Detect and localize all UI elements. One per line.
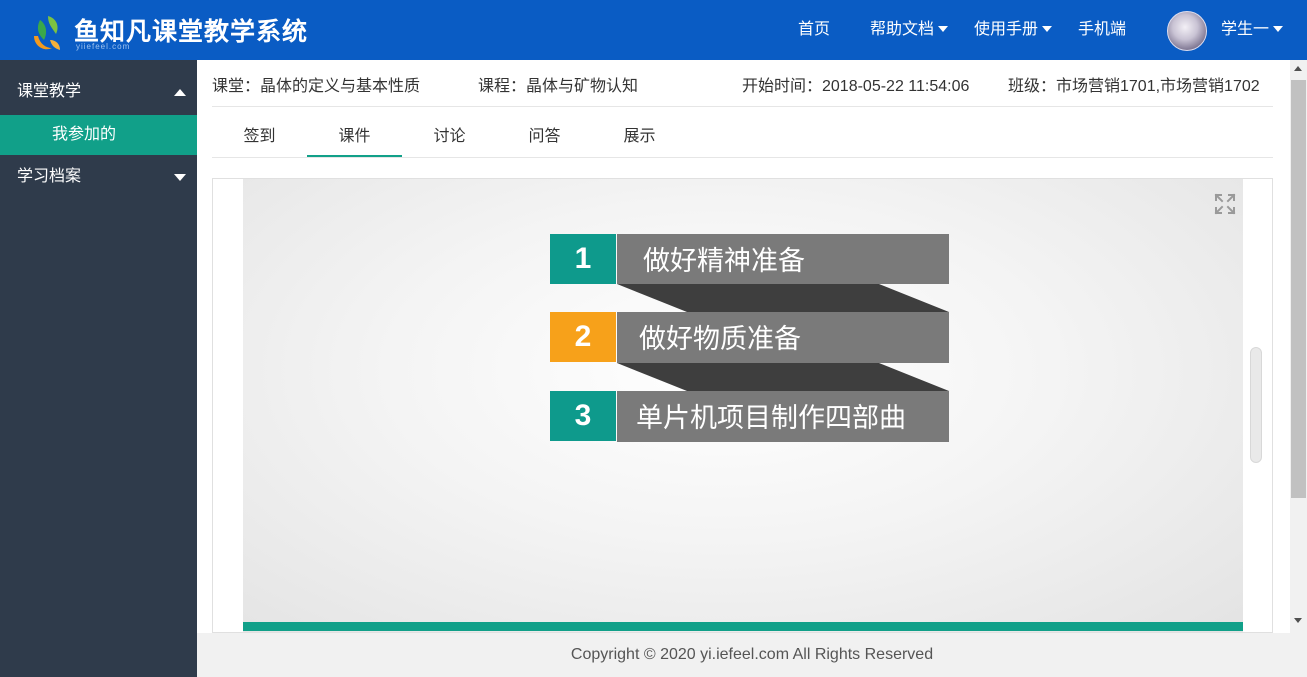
fish-logo-icon [34, 16, 60, 50]
sidebar-item-label: 我参加的 [52, 126, 117, 143]
classroom-name: 课堂：晶体的定义与基本性质 [212, 78, 421, 95]
sidebar: 课堂教学 我参加的 学习档案 [0, 60, 197, 677]
page-scrollbar-thumb[interactable] [1291, 80, 1306, 498]
class-list: 班级：市场营销1701,市场营销1702 [1008, 78, 1260, 95]
tab-label: 课件 [338, 128, 371, 145]
item-number-badge: 3 [550, 391, 616, 441]
caret-down-icon [1042, 25, 1053, 32]
app-logo[interactable]: 鱼知凡课堂教学系统 yiiefeel.com [26, 8, 316, 54]
nav-user-manual-label: 使用手册 [974, 21, 1039, 38]
divider [212, 157, 1273, 158]
start-time: 开始时间：2018-05-22 11:54:06 [742, 78, 970, 95]
expand-icon[interactable] [1213, 192, 1237, 216]
courseware-viewer: 1 做好精神准备 2 做好物质准备 3 单片机项目制作四部曲 [212, 178, 1273, 633]
nav-mobile[interactable]: 手机端 [1078, 0, 1126, 60]
scroll-up-icon[interactable] [1294, 66, 1302, 71]
avatar[interactable] [1167, 11, 1207, 51]
nav-help-docs-label: 帮助文档 [870, 21, 935, 38]
item-number-badge: 2 [550, 312, 616, 362]
tab-discussion[interactable]: 讨论 [402, 117, 497, 157]
top-header: 鱼知凡课堂教学系统 yiiefeel.com 首页 帮助文档 使用手册 手机端 … [0, 0, 1307, 60]
footer: Copyright © 2020 yi.iefeel.com All Right… [197, 633, 1307, 677]
divider [212, 106, 1273, 107]
caret-up-icon [174, 89, 186, 96]
sidebar-item-my-joined[interactable]: 我参加的 [0, 115, 197, 155]
slide-bottom-bar [243, 622, 1243, 631]
tab-showcase[interactable]: 展示 [592, 117, 687, 157]
sidebar-group-label: 学习档案 [17, 168, 82, 185]
tab-qa[interactable]: 问答 [497, 117, 592, 157]
copyright-text: Copyright © 2020 yi.iefeel.com All Right… [570, 646, 934, 663]
item-text: 单片机项目制作四部曲 [636, 403, 906, 433]
viewer-scrollbar[interactable] [1250, 347, 1262, 463]
fold-connector [617, 284, 949, 312]
scroll-down-icon[interactable] [1294, 618, 1302, 623]
nav-help-docs[interactable]: 帮助文档 [870, 0, 949, 60]
app-subtitle: yiiefeel.com [76, 42, 131, 51]
sidebar-group-learning-archive[interactable]: 学习档案 [0, 155, 197, 199]
item-text: 做好物质准备 [639, 324, 801, 354]
item-number-badge: 1 [550, 234, 616, 284]
nav-home-label: 首页 [798, 21, 831, 38]
tab-sign-in[interactable]: 签到 [212, 117, 307, 157]
nav-mobile-label: 手机端 [1078, 21, 1127, 38]
caret-down-icon [938, 25, 949, 32]
course-name: 课程：晶体与矿物认知 [478, 78, 639, 95]
fold-connector [617, 363, 949, 391]
sidebar-group-classroom-teaching[interactable]: 课堂教学 [0, 70, 197, 114]
user-menu[interactable]: 学生一 [1221, 0, 1284, 60]
tab-label: 签到 [243, 128, 276, 145]
item-text: 做好精神准备 [643, 246, 805, 276]
slide: 1 做好精神准备 2 做好物质准备 3 单片机项目制作四部曲 [243, 179, 1243, 632]
tab-label: 讨论 [433, 128, 466, 145]
nav-user-manual[interactable]: 使用手册 [974, 0, 1053, 60]
tab-label: 展示 [623, 128, 656, 145]
caret-down-icon [174, 174, 186, 181]
caret-down-icon [1273, 25, 1284, 32]
nav-home[interactable]: 首页 [798, 0, 830, 60]
tab-courseware[interactable]: 课件 [307, 117, 402, 157]
sidebar-group-label: 课堂教学 [17, 83, 82, 100]
tab-label: 问答 [528, 128, 561, 145]
user-name: 学生一 [1221, 21, 1270, 38]
